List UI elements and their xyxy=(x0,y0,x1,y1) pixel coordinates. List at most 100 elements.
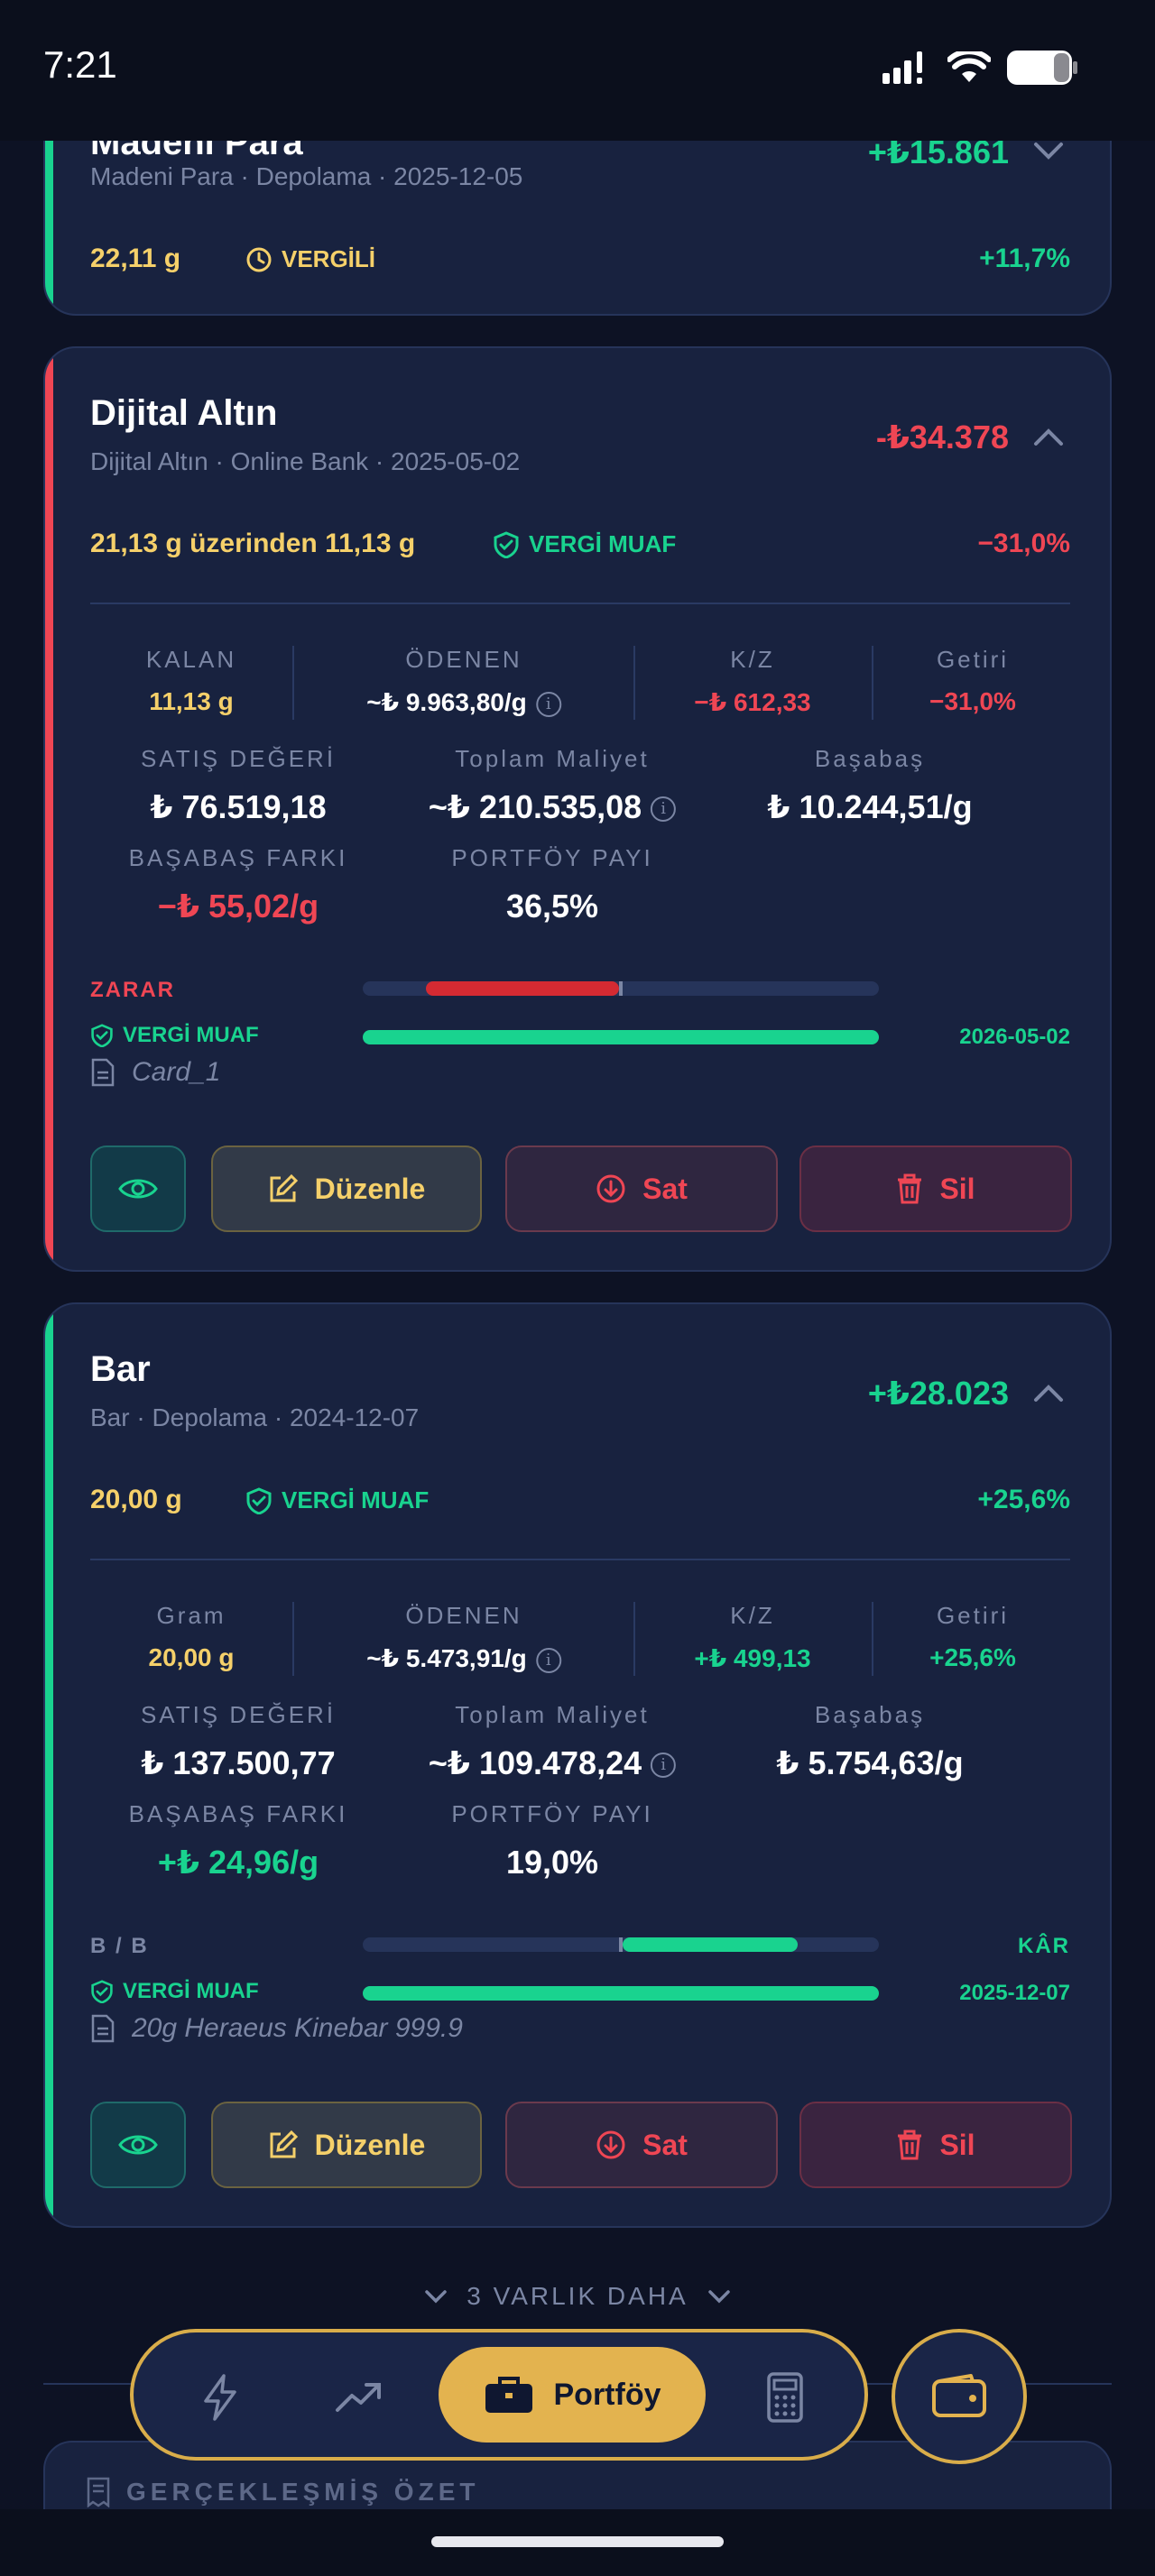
card-accent xyxy=(45,348,53,1270)
shield-check-icon xyxy=(91,1980,113,2003)
sell-button[interactable]: Sat xyxy=(505,2102,778,2188)
bar-label-left: ZARAR xyxy=(90,978,175,1002)
document-icon xyxy=(91,1058,115,1087)
loss-fill xyxy=(426,981,619,996)
tax-progress-bar xyxy=(363,1986,879,2001)
stat-separator xyxy=(872,1602,873,1676)
more-assets-label: 3 VARLIK DAHA xyxy=(467,2282,688,2310)
stat-label: BAŞABAŞ FARKI xyxy=(128,1800,348,1827)
bar-label-right: KÂR xyxy=(1018,1934,1070,1958)
delete-button[interactable]: Sil xyxy=(799,1145,1072,1232)
card-divider xyxy=(90,1559,1070,1560)
info-icon[interactable]: i xyxy=(535,1647,561,1673)
stat-label: K/Z xyxy=(730,1602,775,1629)
receipt-icon xyxy=(87,2477,110,2507)
profit-loss-bar xyxy=(363,981,879,996)
view-button[interactable] xyxy=(90,2102,186,2188)
stat-value: ~₺ 109.478,24 i xyxy=(428,1744,677,1782)
card-percent: −31,0% xyxy=(977,529,1070,558)
asset-card-bar[interactable]: Bar Bar · Depolama · 2024-12-07 +₺28.023… xyxy=(43,1302,1112,2228)
tax-badge: VERGİ MUAF xyxy=(245,1486,429,1514)
card-subtitle: Bar · Depolama · 2024-12-07 xyxy=(90,1403,420,1431)
stat-label: BAŞABAŞ FARKI xyxy=(128,844,348,871)
tax-badge: VERGİ MUAF xyxy=(493,530,676,558)
stat-value: −31,0% xyxy=(929,687,1016,715)
chevron-up-icon[interactable] xyxy=(1030,1375,1067,1411)
tax-label: VERGİ MUAF xyxy=(282,1486,430,1513)
info-icon[interactable]: i xyxy=(535,691,561,717)
profit-fill xyxy=(623,1937,798,1952)
card-subtitle: Dijital Altın · Online Bank · 2025-05-02 xyxy=(90,447,521,475)
stat-separator xyxy=(292,646,294,720)
stat-value: ₺ 76.519,18 xyxy=(150,788,327,825)
view-button[interactable] xyxy=(90,1145,186,1232)
delete-label: Sil xyxy=(939,2128,975,2161)
tax-badge: VERGİLİ xyxy=(245,245,375,273)
note-text: Card_1 xyxy=(132,1057,221,1087)
delete-label: Sil xyxy=(939,1172,975,1205)
stat-label: Toplam Maliyet xyxy=(455,1701,650,1728)
edit-label: Düzenle xyxy=(314,1172,426,1205)
edit-button[interactable]: Düzenle xyxy=(211,2102,482,2188)
stat-label: Gram xyxy=(156,1602,226,1629)
card-note: 20g Heraeus Kinebar 999.9 xyxy=(90,2013,463,2044)
stat-value: 36,5% xyxy=(505,888,599,925)
stat-value-text: ~₺ 210.535,08 xyxy=(428,788,642,825)
profit-loss-bar xyxy=(363,1937,879,1952)
summary-header: GERÇEKLEŞMİŞ ÖZET xyxy=(85,2477,479,2507)
edit-button[interactable]: Düzenle xyxy=(211,1145,482,1232)
bottom-navigation: Portföy xyxy=(130,2329,868,2461)
status-bar: 7:21 xyxy=(0,0,1155,141)
wallet-button[interactable] xyxy=(892,2329,1027,2464)
stat-label: ÖDENEN xyxy=(405,646,522,673)
clock-icon xyxy=(246,247,272,271)
bar-label-left: B / B xyxy=(90,1934,149,1958)
tax-date: 2025-12-07 xyxy=(959,1981,1070,2005)
info-icon[interactable]: i xyxy=(651,796,677,823)
stat-label: Getiri xyxy=(936,1602,1010,1629)
stat-value: +₺ 499,13 xyxy=(694,1644,811,1672)
calculator-icon[interactable] xyxy=(760,2372,810,2423)
stat-value: 11,13 g xyxy=(149,687,234,715)
stat-value: −₺ 612,33 xyxy=(694,688,811,716)
asset-card-digital-gold[interactable]: Dijital Altın Dijital Altın · Online Ban… xyxy=(43,346,1112,1272)
briefcase-icon xyxy=(485,2377,532,2413)
stat-separator xyxy=(633,646,635,720)
stat-value: ~₺ 9.963,80/g i xyxy=(366,687,561,717)
document-icon xyxy=(91,2014,115,2043)
stat-label: Toplam Maliyet xyxy=(455,745,650,772)
home-indicator[interactable] xyxy=(431,2536,724,2547)
shield-check-icon xyxy=(494,530,519,558)
stat-value: +25,6% xyxy=(929,1643,1016,1671)
edit-icon xyxy=(270,1173,298,1202)
info-icon[interactable]: i xyxy=(651,1753,677,1779)
tax-bar-label: VERGİ MUAF xyxy=(123,1023,259,1047)
lightning-icon[interactable] xyxy=(195,2372,245,2423)
nav-portfolio-tab[interactable]: Portföy xyxy=(439,2347,706,2443)
status-time: 7:21 xyxy=(43,43,117,86)
stat-label: K/Z xyxy=(730,646,775,673)
card-quantity: 22,11 g xyxy=(90,244,181,273)
chevron-down-icon xyxy=(425,2290,448,2304)
stat-label: Başabaş xyxy=(814,1701,926,1728)
sell-label: Sat xyxy=(642,2128,688,2161)
stat-value: ₺ 137.500,77 xyxy=(141,1744,336,1781)
show-more-assets[interactable]: 3 VARLIK DAHA xyxy=(0,2282,1155,2311)
tax-bar-badge: VERGİ MUAF xyxy=(90,1023,259,1048)
stat-label: KALAN xyxy=(145,646,237,673)
break-even-marker xyxy=(619,981,623,996)
stat-value: +₺ 24,96/g xyxy=(157,1844,319,1881)
sell-button[interactable]: Sat xyxy=(505,1145,778,1232)
stat-separator xyxy=(872,646,873,720)
stat-value: ₺ 5.754,63/g xyxy=(776,1744,964,1781)
card-title: Bar xyxy=(90,1349,151,1389)
stat-label: SATIŞ DEĞERİ xyxy=(140,745,337,772)
stat-value-text: ~₺ 109.478,24 xyxy=(428,1744,642,1781)
trend-up-icon[interactable] xyxy=(334,2372,384,2423)
chevron-up-icon[interactable] xyxy=(1030,419,1067,455)
sell-label: Sat xyxy=(642,1172,688,1205)
stat-label: ÖDENEN xyxy=(405,1602,522,1629)
delete-button[interactable]: Sil xyxy=(799,2102,1072,2188)
signal-icon xyxy=(882,51,922,84)
stat-value: 19,0% xyxy=(505,1844,599,1881)
